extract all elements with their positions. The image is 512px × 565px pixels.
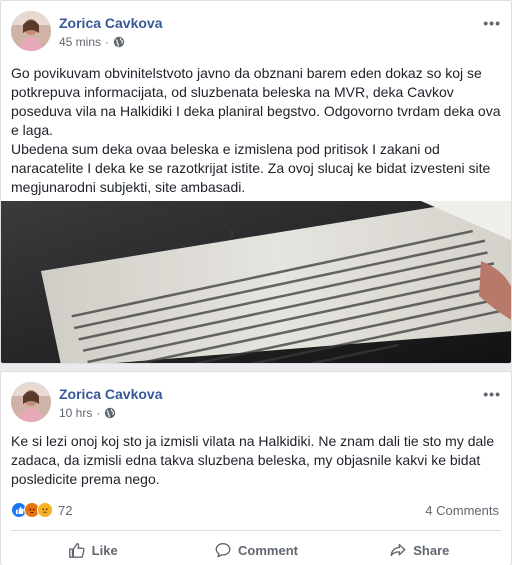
like-label: Like — [91, 542, 118, 558]
svg-text:3: 3 — [229, 230, 234, 239]
more-options-icon[interactable]: ••• — [483, 386, 501, 402]
share-label: Share — [413, 542, 450, 558]
comments-count[interactable]: 4 Comments — [425, 503, 499, 518]
sad-reaction-icon — [37, 502, 53, 518]
author-name[interactable]: Zorica Cavkova — [59, 386, 163, 402]
avatar[interactable] — [11, 382, 51, 422]
post-paragraph-2: Ubedena sum deka ovaa beleska e izmislen… — [11, 141, 491, 195]
share-button[interactable]: Share — [338, 535, 501, 565]
comment-button[interactable]: Comment — [174, 535, 337, 565]
globe-icon[interactable] — [104, 407, 116, 419]
post-text: Ke si lezi onoj koj sto ja izmisli vilat… — [11, 433, 495, 487]
post-time[interactable]: 10 hrs — [59, 406, 92, 420]
divider — [11, 530, 501, 531]
avatar[interactable] — [11, 11, 51, 51]
author-name[interactable]: Zorica Cavkova — [59, 15, 163, 31]
post-meta: 45 mins · — [59, 35, 125, 49]
post-text: Go povikuvam obvinitelstvoto javno da ob… — [11, 64, 501, 197]
like-icon — [68, 543, 85, 558]
comment-icon — [215, 543, 231, 558]
post-paragraph-1: Go povikuvam obvinitelstvoto javno da ob… — [11, 65, 501, 138]
more-options-icon[interactable]: ••• — [483, 15, 501, 31]
post-meta: 10 hrs · — [59, 406, 116, 420]
share-icon — [390, 543, 406, 557]
post-time[interactable]: 45 mins — [59, 35, 101, 49]
globe-icon[interactable] — [113, 36, 125, 48]
like-button[interactable]: Like — [11, 535, 174, 565]
reactions-count: 72 — [58, 502, 73, 518]
comment-label: Comment — [238, 542, 298, 558]
post-actions: Like Comment Share — [11, 535, 501, 565]
post-photo[interactable]: 3 — [1, 201, 511, 363]
reactions-summary[interactable]: 72 — [11, 500, 72, 520]
post-card-1: Zorica Cavkova 45 mins · ••• Go povikuva… — [0, 0, 512, 364]
post-card-2: Zorica Cavkova 10 hrs · ••• Ke si lezi o… — [0, 371, 512, 565]
